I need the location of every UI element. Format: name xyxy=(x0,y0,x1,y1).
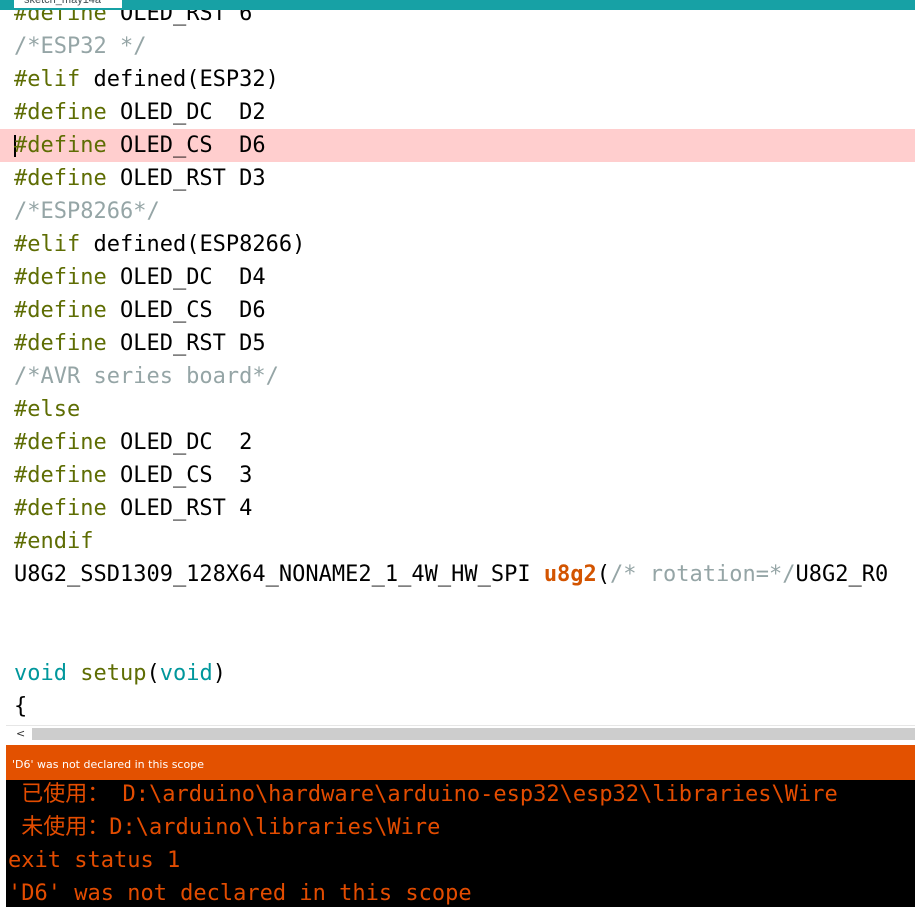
preprocessor-keyword: #define xyxy=(14,298,107,323)
code-line[interactable]: #else xyxy=(0,393,915,426)
code-line[interactable]: #elif defined(ESP8266) xyxy=(0,228,915,261)
code-text: ( xyxy=(146,661,160,686)
code-text: defined(ESP8266) xyxy=(80,232,306,257)
preprocessor-keyword: #else xyxy=(14,397,81,422)
error-highlighted-line[interactable]: #define OLED_CS D6 xyxy=(0,129,915,162)
code-text: OLED_DC D2 xyxy=(106,100,266,125)
code-text: defined(ESP32) xyxy=(80,67,279,92)
preprocessor-keyword: #endif xyxy=(14,529,94,554)
preprocessor-keyword: #define xyxy=(14,463,107,488)
code-line[interactable]: void setup(void) xyxy=(0,657,915,690)
scroll-left-arrow-icon[interactable]: < xyxy=(16,727,25,741)
code-line[interactable]: #define OLED_RST 4 xyxy=(0,492,915,525)
output-console[interactable]: 已使用： D:\arduino\hardware\arduino-esp32\e… xyxy=(6,780,915,907)
code-comment: /* rotation=*/ xyxy=(610,562,796,587)
code-line[interactable]: U8G2_SSD1309_128X64_NONAME2_1_4W_HW_SPI … xyxy=(0,558,915,591)
code-text: OLED_DC D4 xyxy=(106,265,266,290)
preprocessor-keyword: #elif xyxy=(14,232,81,257)
code-comment: /*ESP8266*/ xyxy=(14,199,160,224)
console-line: 'D6' was not declared in this scope xyxy=(8,881,472,906)
code-line[interactable]: #define OLED_DC D2 xyxy=(0,96,915,129)
code-text: OLED_RST 4 xyxy=(106,496,253,521)
code-text: U8G2_R0 xyxy=(795,562,889,587)
code-comment: /*ESP32 */ xyxy=(14,34,147,59)
preprocessor-keyword: #define xyxy=(14,331,107,356)
code-line[interactable]: { xyxy=(0,690,915,723)
code-text: OLED_CS 3 xyxy=(106,463,253,488)
error-status-bar: 'D6' was not declared in this scope xyxy=(6,745,915,780)
code-line[interactable]: #define OLED_CS D6 xyxy=(0,294,915,327)
preprocessor-keyword: #define xyxy=(14,496,107,521)
preprocessor-keyword: #elif xyxy=(14,67,81,92)
console-line: exit status 1 xyxy=(8,848,181,873)
tab-strip: sketch_may14a xyxy=(0,0,915,10)
code-comment: /*AVR series board*/ xyxy=(14,364,279,389)
code-line[interactable]: /*ESP8266*/ xyxy=(0,195,915,228)
code-text: OLED_RST D5 xyxy=(106,331,266,356)
code-line[interactable]: #define OLED_RST D3 xyxy=(0,162,915,195)
code-text: OLED_CS D6 xyxy=(106,298,266,323)
type-keyword: void xyxy=(14,661,67,686)
code-editor[interactable]: #define OLED_RST 6 /*ESP32 */ #elif defi… xyxy=(0,0,915,725)
code-line[interactable]: #define OLED_CS 3 xyxy=(0,459,915,492)
code-text: OLED_RST D3 xyxy=(106,166,266,191)
preprocessor-keyword: #define xyxy=(14,133,107,158)
code-line[interactable] xyxy=(0,591,915,624)
code-line[interactable]: #define OLED_RST D5 xyxy=(0,327,915,360)
code-text: U8G2_SSD1309_128X64_NONAME2_1_4W_HW_SPI xyxy=(14,562,544,587)
preprocessor-keyword: #define xyxy=(14,265,107,290)
console-line: 已使用： D:\arduino\hardware\arduino-esp32\e… xyxy=(8,782,838,807)
object-identifier: u8g2 xyxy=(543,562,597,587)
type-keyword: void xyxy=(159,661,213,686)
horizontal-scrollbar[interactable]: < xyxy=(6,725,915,742)
scrollbar-thumb[interactable] xyxy=(32,728,915,740)
console-line: 未使用：D:\arduino\libraries\Wire xyxy=(8,815,441,840)
preprocessor-keyword: #define xyxy=(14,100,107,125)
code-line[interactable]: #define OLED_DC D4 xyxy=(0,261,915,294)
tab-sketch[interactable]: sketch_may14a xyxy=(14,0,122,8)
code-text: ) xyxy=(212,661,226,686)
status-message: 'D6' was not declared in this scope xyxy=(12,758,204,771)
code-line[interactable]: /*ESP32 */ xyxy=(0,30,915,63)
preprocessor-keyword: #define xyxy=(14,166,107,191)
preprocessor-keyword: #define xyxy=(14,430,107,455)
code-line[interactable]: #elif defined(ESP32) xyxy=(0,63,915,96)
function-name: setup xyxy=(80,661,147,686)
code-text: OLED_DC 2 xyxy=(106,430,253,455)
code-line[interactable] xyxy=(0,624,915,657)
code-line[interactable]: #endif xyxy=(0,525,915,558)
code-text: OLED_CS D6 xyxy=(106,133,266,158)
code-line[interactable]: /*AVR series board*/ xyxy=(0,360,915,393)
code-text: { xyxy=(14,694,28,719)
code-text: ( xyxy=(596,562,611,587)
code-line[interactable]: #define OLED_DC 2 xyxy=(0,426,915,459)
